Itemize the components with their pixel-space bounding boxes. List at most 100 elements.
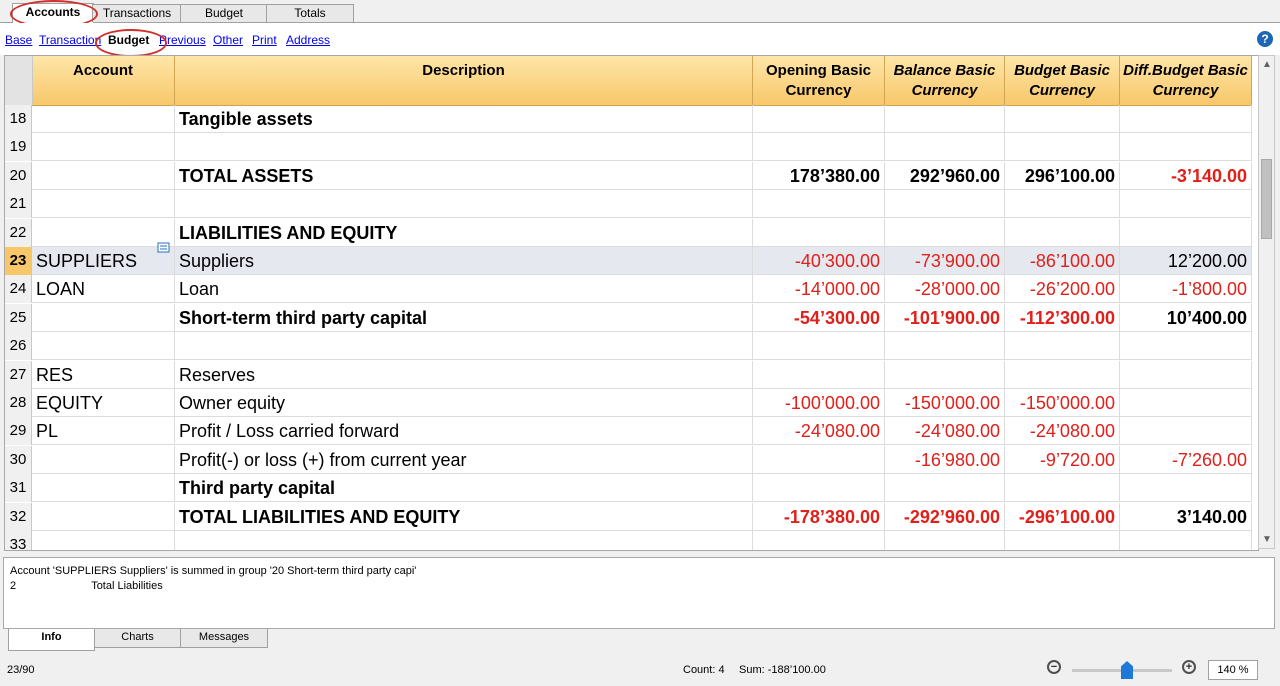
cell-budget[interactable] [1005,531,1120,550]
cell-account[interactable] [32,218,175,247]
table-row[interactable]: 21 [5,190,1252,219]
cell-opening[interactable] [753,445,885,474]
tab-totals[interactable]: Totals [266,4,354,22]
view-link-previous[interactable]: Previous [159,33,206,47]
cell-balance[interactable] [885,531,1005,550]
zoom-slider-thumb[interactable] [1121,661,1133,679]
cell-diff[interactable] [1120,531,1252,550]
row-info-icon[interactable] [157,241,171,253]
column-header-account[interactable]: Account [32,56,175,105]
cell-balance[interactable]: 292’960.00 [885,161,1005,190]
cell-balance[interactable]: -24’080.00 [885,417,1005,446]
cell-opening[interactable]: -40’300.00 [753,247,885,275]
cell-budget[interactable]: -26’200.00 [1005,275,1120,304]
cell-opening[interactable]: 178’380.00 [753,161,885,190]
cell-diff[interactable] [1120,360,1252,389]
cell-opening[interactable] [753,360,885,389]
cell-desc[interactable]: Third party capital [175,474,753,503]
cell-account[interactable]: RES [32,360,175,389]
table-row[interactable]: 27 RES Reserves [5,360,1252,389]
cell-opening[interactable] [753,133,885,162]
cell-desc[interactable]: TOTAL ASSETS [175,161,753,190]
cell-account[interactable]: PL [32,417,175,446]
cell-desc[interactable]: Profit / Loss carried forward [175,417,753,446]
cell-balance[interactable]: -101’900.00 [885,303,1005,332]
table-row[interactable]: 28 EQUITY Owner equity -100’000.00 -150’000.… [5,389,1252,417]
view-link-address[interactable]: Address [286,33,330,47]
cell-diff[interactable] [1120,190,1252,219]
row-number[interactable]: 24 [5,275,32,304]
view-link-other[interactable]: Other [213,33,243,47]
cell-opening[interactable] [753,218,885,247]
cell-diff[interactable] [1120,389,1252,417]
cell-account[interactable] [32,332,175,361]
cell-balance[interactable]: -150’000.00 [885,389,1005,417]
cell-account[interactable] [32,133,175,162]
row-number[interactable]: 29 [5,417,32,446]
cell-budget[interactable] [1005,105,1120,133]
cell-desc[interactable]: Suppliers [175,247,753,275]
cell-diff[interactable]: 3’140.00 [1120,502,1252,531]
cell-diff[interactable]: -1’800.00 [1120,275,1252,304]
cell-desc[interactable]: Loan [175,275,753,304]
cell-desc[interactable]: Short-term third party capital [175,303,753,332]
cell-diff[interactable]: -3’140.00 [1120,161,1252,190]
table-row[interactable]: 22 LIABILITIES AND EQUITY [5,218,1252,247]
cell-balance[interactable]: -73’900.00 [885,247,1005,275]
vertical-scrollbar[interactable]: ▲ ▼ [1258,55,1275,549]
cell-desc[interactable]: Reserves [175,360,753,389]
column-header-description[interactable]: Description [175,56,753,105]
view-link-base[interactable]: Base [5,33,32,47]
cell-opening[interactable] [753,474,885,503]
column-header-balance[interactable]: Balance Basic Currency [885,56,1005,105]
cell-account[interactable] [32,303,175,332]
cell-budget[interactable] [1005,190,1120,219]
table-row[interactable]: 25 Short-term third party capital -54’300.… [5,303,1252,332]
row-number[interactable]: 28 [5,389,32,417]
zoom-in-icon[interactable]: + [1182,660,1196,674]
table-row[interactable]: 20 TOTAL ASSETS 178’380.00 292’960.00 296’10… [5,161,1252,190]
cell-diff[interactable]: -7’260.00 [1120,445,1252,474]
cell-opening[interactable] [753,190,885,219]
table-row[interactable]: 30 Profit(-) or loss (+) from current yea… [5,445,1252,474]
cell-desc[interactable] [175,190,753,219]
cell-opening[interactable] [753,105,885,133]
cell-diff[interactable] [1120,105,1252,133]
row-number[interactable]: 32 [5,502,32,531]
cell-balance[interactable] [885,332,1005,361]
column-header-opening[interactable]: Opening Basic Currency [753,56,885,105]
cell-desc[interactable] [175,531,753,550]
row-number[interactable]: 19 [5,133,32,162]
cell-balance[interactable]: -16’980.00 [885,445,1005,474]
cell-diff[interactable]: 10’400.00 [1120,303,1252,332]
tab-info[interactable]: Info [8,629,95,651]
cell-budget[interactable]: -150’000.00 [1005,389,1120,417]
cell-budget[interactable]: -296’100.00 [1005,502,1120,531]
cell-budget[interactable] [1005,332,1120,361]
zoom-out-icon[interactable]: − [1047,660,1061,674]
cell-balance[interactable] [885,190,1005,219]
cell-desc[interactable] [175,133,753,162]
cell-balance[interactable] [885,218,1005,247]
cell-account[interactable]: EQUITY [32,389,175,417]
cell-balance[interactable] [885,360,1005,389]
tab-charts[interactable]: Charts [94,629,181,648]
cell-budget[interactable]: -86’100.00 [1005,247,1120,275]
cell-account[interactable] [32,161,175,190]
cell-opening[interactable] [753,332,885,361]
cell-budget[interactable] [1005,218,1120,247]
table-row[interactable]: 29 PL Profit / Loss carried forward -24’080… [5,417,1252,446]
tab-messages[interactable]: Messages [180,629,268,648]
cell-diff[interactable] [1120,417,1252,446]
cell-balance[interactable] [885,133,1005,162]
cell-budget[interactable]: 296’100.00 [1005,161,1120,190]
cell-diff[interactable]: 12’200.00 [1120,247,1252,275]
cell-budget[interactable] [1005,133,1120,162]
cell-opening[interactable] [753,531,885,550]
cell-desc[interactable]: LIABILITIES AND EQUITY [175,218,753,247]
row-number[interactable]: 21 [5,190,32,219]
cell-diff[interactable] [1120,218,1252,247]
column-header-diff-budget[interactable]: Diff.Budget Basic Currency [1120,56,1252,105]
cell-account[interactable]: SUPPLIERS [32,247,175,275]
cell-desc[interactable]: Tangible assets [175,105,753,133]
